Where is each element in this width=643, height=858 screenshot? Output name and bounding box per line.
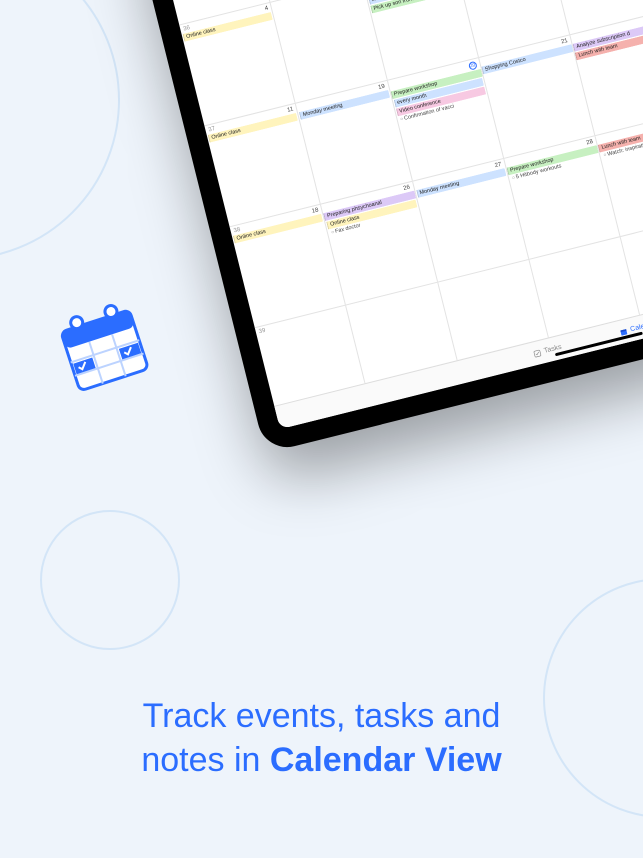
headline-line1: Track events, tasks and	[143, 697, 501, 735]
tablet-screen: 35 28 5 Monday meeting Pick up son from …	[130, 0, 643, 453]
calendar-grid[interactable]: 35 28 5 Monday meeting Pick up son from …	[154, 0, 643, 429]
event-chip[interactable]: Pick up son from kinde	[370, 0, 461, 14]
marketing-headline: Track events, tasks and notes in Calenda…	[0, 694, 643, 782]
headline-line2-bold: Calendar View	[270, 741, 502, 779]
bg-circle	[0, 0, 120, 260]
bg-circle	[40, 510, 180, 650]
tablet-device: 35 28 5 Monday meeting Pick up son from …	[130, 0, 643, 453]
tab-tasks[interactable]: Tasks	[533, 343, 563, 358]
day-number: 11	[272, 0, 363, 11]
checkbox-icon	[533, 348, 543, 358]
headline-line2-pre: notes in	[141, 741, 270, 779]
calendar-illustration-icon	[42, 282, 168, 408]
